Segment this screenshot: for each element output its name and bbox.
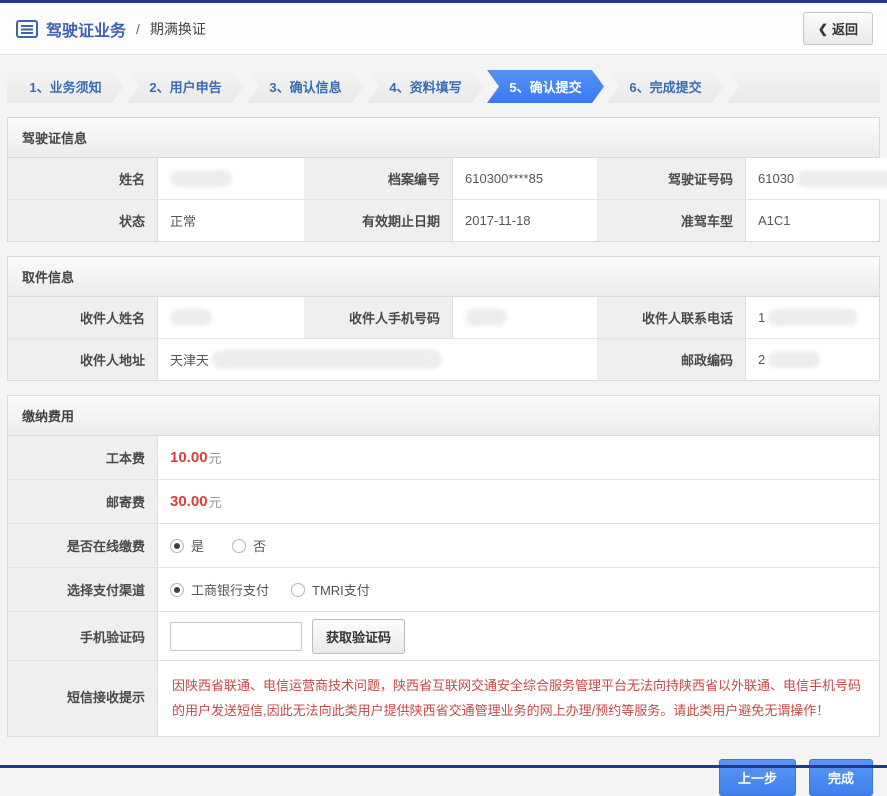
sms-notice-row: 短信接收提示 因陕西省联通、电信运营商技术问题，陕西省互联网交通安全综合服务管理… bbox=[8, 661, 879, 736]
fee-unit: 元 bbox=[208, 451, 222, 466]
expiry-label: 有效期止日期 bbox=[305, 200, 453, 241]
step-2-declaration[interactable]: 2、用户申告 bbox=[127, 70, 244, 103]
recipient-address-label: 收件人地址 bbox=[8, 339, 158, 380]
table-row: 状态 正常 有效期止日期 2017-11-18 准驾车型 A1C1 bbox=[8, 200, 879, 241]
postal-code-value: 2 bbox=[746, 339, 879, 380]
pay-channel-label: 选择支付渠道 bbox=[8, 568, 158, 611]
table-row: 收件人地址 天津天 邮政编码 2 bbox=[8, 339, 879, 380]
get-code-button[interactable]: 获取验证码 bbox=[312, 618, 406, 654]
license-info-section: 驾驶证信息 姓名 档案编号 610300****85 驾驶证号码 61030 状… bbox=[7, 117, 887, 242]
pay-channel-row: 选择支付渠道 工商银行支付 TMRI支付 bbox=[8, 568, 879, 612]
step-3-confirm-info[interactable]: 3、确认信息 bbox=[247, 70, 364, 103]
vehicle-class-value: A1C1 bbox=[746, 200, 879, 241]
vehicle-class-label: 准驾车型 bbox=[598, 200, 746, 241]
pay-channel-options: 工商银行支付 TMRI支付 bbox=[158, 568, 879, 611]
page-header: 驾驶证业务 / 期满换证 ❮ 返回 bbox=[0, 0, 887, 55]
list-icon bbox=[16, 19, 38, 38]
pickup-info-section: 取件信息 收件人姓名 收件人手机号码 收件人联系电话 1 收件人地址 天津天 邮… bbox=[7, 256, 880, 381]
radio-unchecked-icon[interactable] bbox=[291, 582, 306, 597]
step-4-fill-data[interactable]: 4、资料填写 bbox=[367, 70, 484, 103]
sms-code-input[interactable] bbox=[170, 621, 302, 651]
name-value bbox=[158, 158, 305, 199]
status-label: 状态 bbox=[8, 200, 158, 241]
back-arrow-icon: ❮ bbox=[817, 21, 828, 36]
postage-value: 30.00 元 bbox=[158, 480, 879, 523]
breadcrumb: 驾驶证业务 / 期满换证 bbox=[16, 17, 206, 41]
license-no-value: 61030 bbox=[746, 158, 887, 199]
channel-icbc-label: 工商银行支付 bbox=[191, 583, 270, 598]
sms-code-label: 手机验证码 bbox=[8, 612, 158, 660]
step-6-complete[interactable]: 6、完成提交 bbox=[607, 70, 724, 103]
radio-checked-icon[interactable] bbox=[170, 538, 184, 553]
postage-row: 邮寄费 30.00 元 bbox=[8, 480, 879, 524]
sms-code-row: 手机验证码 获取验证码 bbox=[8, 612, 879, 661]
redacted-postal-code bbox=[768, 351, 821, 368]
redacted-recipient-mobile bbox=[465, 309, 507, 326]
step-filler-segment bbox=[727, 70, 880, 103]
sms-notice-text: 因陕西省联通、电信运营商技术问题，陕西省互联网交通安全综合服务管理平台无法向持陕… bbox=[172, 678, 862, 719]
redacted-recipient-phone bbox=[768, 309, 859, 326]
step-5-confirm-submit[interactable]: 5、确认提交 bbox=[487, 70, 604, 103]
status-value: 正常 bbox=[158, 200, 305, 241]
payment-section: 缴纳费用 工本费 10.00 元 邮寄费 30.00 元 是否在线缴费 是 否 bbox=[7, 395, 880, 737]
redacted-name bbox=[170, 170, 232, 187]
online-pay-no-label: 否 bbox=[253, 539, 267, 554]
radio-unchecked-icon[interactable] bbox=[232, 538, 247, 553]
radio-checked-icon[interactable] bbox=[170, 582, 184, 597]
channel-tmri-label: TMRI支付 bbox=[312, 583, 370, 598]
recipient-address-value: 天津天 bbox=[158, 339, 598, 380]
postage-label: 邮寄费 bbox=[8, 480, 158, 523]
page-subtitle: 期满换证 bbox=[149, 20, 206, 37]
name-label: 姓名 bbox=[8, 158, 158, 199]
postal-code-label: 邮政编码 bbox=[598, 339, 746, 380]
online-pay-yes-label: 是 bbox=[191, 539, 205, 554]
payment-title: 缴纳费用 bbox=[8, 396, 879, 436]
back-button-label: 返回 bbox=[831, 22, 858, 37]
online-pay-label: 是否在线缴费 bbox=[8, 524, 158, 567]
online-pay-options: 是 否 bbox=[158, 524, 879, 567]
table-row: 姓名 档案编号 610300****85 驾驶证号码 61030 bbox=[8, 158, 887, 200]
fee-label: 工本费 bbox=[8, 436, 158, 479]
channel-tmri-option[interactable]: TMRI支付 bbox=[291, 580, 370, 599]
sms-code-field-area: 获取验证码 bbox=[158, 612, 879, 660]
redacted-recipient-address bbox=[212, 350, 443, 369]
file-no-value: 610300****85 bbox=[453, 158, 598, 199]
recipient-phone-label: 收件人联系电话 bbox=[598, 297, 746, 338]
online-pay-yes-option[interactable]: 是 bbox=[170, 536, 204, 555]
back-button[interactable]: ❮ 返回 bbox=[802, 12, 873, 45]
step-navigation: 1、业务须知 2、用户申告 3、确认信息 4、资料填写 5、确认提交 6、完成提… bbox=[7, 70, 880, 103]
redacted-recipient-name bbox=[170, 309, 212, 326]
fee-value: 10.00 元 bbox=[158, 436, 879, 479]
redacted-license-no bbox=[797, 170, 887, 187]
recipient-mobile-label: 收件人手机号码 bbox=[305, 297, 453, 338]
recipient-mobile-value bbox=[453, 297, 598, 338]
recipient-name-value bbox=[158, 297, 305, 338]
online-pay-no-option[interactable]: 否 bbox=[232, 536, 266, 555]
recipient-name-label: 收件人姓名 bbox=[8, 297, 158, 338]
postage-unit: 元 bbox=[208, 495, 222, 510]
license-info-title: 驾驶证信息 bbox=[8, 118, 879, 158]
step-1-notice[interactable]: 1、业务须知 bbox=[7, 70, 124, 103]
fee-amount: 10.00 bbox=[170, 449, 208, 466]
channel-icbc-option[interactable]: 工商银行支付 bbox=[170, 580, 269, 599]
expiry-value: 2017-11-18 bbox=[453, 200, 598, 241]
page-title: 驾驶证业务 bbox=[46, 22, 127, 40]
pickup-info-title: 取件信息 bbox=[8, 257, 879, 297]
fee-row: 工本费 10.00 元 bbox=[8, 436, 879, 480]
top-accent-bar bbox=[0, 0, 887, 3]
license-no-label: 驾驶证号码 bbox=[598, 158, 746, 199]
sms-notice-label: 短信接收提示 bbox=[8, 661, 158, 736]
recipient-phone-value: 1 bbox=[746, 297, 879, 338]
online-pay-row: 是否在线缴费 是 否 bbox=[8, 524, 879, 568]
table-row: 收件人姓名 收件人手机号码 收件人联系电话 1 bbox=[8, 297, 879, 339]
breadcrumb-separator: / bbox=[136, 20, 140, 37]
postage-amount: 30.00 bbox=[170, 493, 208, 510]
file-no-label: 档案编号 bbox=[305, 158, 453, 199]
